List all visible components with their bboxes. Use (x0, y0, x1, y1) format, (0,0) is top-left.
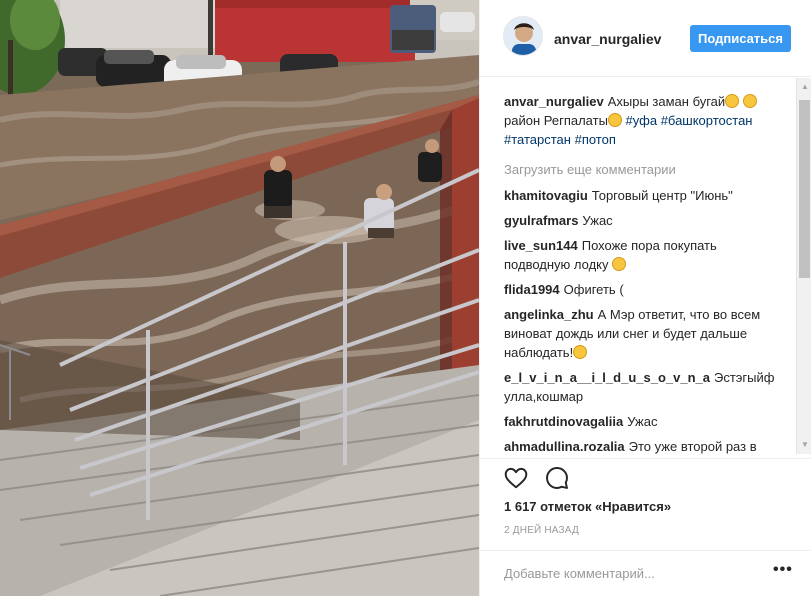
post-header: anvar_nurgaliev Подписаться (480, 0, 811, 77)
speech-bubble-icon[interactable] (544, 465, 570, 491)
comment-item: ahmadullina.rozalia Это уже второй раз в … (504, 437, 774, 458)
comment-text: Офигеть ( (563, 282, 624, 297)
comment-item: fakhrutdinovagaliia Ужас (504, 412, 774, 431)
comment-item: gyulrafmars Ужас (504, 211, 774, 230)
comment-username[interactable]: live_sun144 (504, 238, 578, 253)
comment-username[interactable]: ahmadullina.rozalia (504, 439, 625, 454)
comment-username[interactable]: gyulrafmars (504, 213, 578, 228)
post-details-panel: anvar_nurgaliev Подписаться anvar_nurgal… (479, 0, 811, 596)
comment-item: live_sun144 Похоже пора покупать подводну… (504, 236, 774, 274)
comment-item: khamitovagiu Торговый центр "Июнь" (504, 186, 774, 205)
likes-count[interactable]: 1 617 отметок «Нравится» (504, 499, 671, 514)
pensive-face-emoji-icon (612, 257, 627, 271)
post-actions: 1 617 отметок «Нравится» 2 ДНЕЙ НАЗАД (480, 458, 811, 536)
comment-username[interactable]: e_l_v_i_n_a__i_l_d_u_s_o_v_n_a (504, 370, 710, 385)
load-more-comments-link[interactable]: Загрузить еще комментарии (504, 160, 774, 179)
avatar[interactable] (503, 16, 543, 56)
more-options-icon[interactable]: ••• (773, 561, 793, 579)
scrollbar-thumb[interactable] (799, 100, 810, 278)
scroll-down-arrow-icon[interactable]: ▼ (800, 440, 810, 450)
caption-username[interactable]: anvar_nurgaliev (504, 94, 604, 109)
comment-username[interactable]: flida1994 (504, 282, 560, 297)
flushed-face-emoji-icon (725, 94, 740, 108)
comment-input[interactable] (504, 563, 744, 583)
comment-item: flida1994 Офигеть ( (504, 280, 774, 299)
caption-text-2: район Регпалаты (504, 113, 608, 128)
heart-icon[interactable] (503, 465, 529, 491)
flood-photo (0, 0, 479, 596)
comment-username[interactable]: khamitovagiu (504, 188, 588, 203)
hashtag-link[interactable]: #татарстан (504, 132, 571, 147)
comment-username[interactable]: fakhrutdinovagaliia (504, 414, 623, 429)
flushed-face-emoji-icon (607, 113, 622, 127)
follow-button[interactable]: Подписаться (690, 25, 791, 52)
post-caption: anvar_nurgaliev Ахыры заман бугай район Р… (504, 92, 774, 149)
scroll-up-arrow-icon[interactable]: ▲ (800, 82, 810, 92)
comment-item: angelinka_zhu А Мэр ответит, что во всем … (504, 305, 774, 362)
hashtag-link[interactable]: #башкортостан (661, 113, 753, 128)
flushed-face-emoji-icon (742, 94, 757, 108)
comment-username[interactable]: angelinka_zhu (504, 307, 594, 322)
comment-text: Торговый центр "Июнь" (591, 188, 733, 203)
hashtag-link[interactable]: #потоп (575, 132, 616, 147)
hashtag-link[interactable]: #уфа (626, 113, 658, 128)
post-timestamp[interactable]: 2 ДНЕЙ НАЗАД (504, 525, 579, 536)
comment-text: Ужас (582, 213, 613, 228)
comment-text: Ужас (627, 414, 658, 429)
comments-list[interactable]: anvar_nurgaliev Ахыры заман бугай район Р… (504, 92, 774, 458)
caption-text-1: Ахыры заман бугай (607, 94, 726, 109)
add-comment-bar: ••• (480, 550, 811, 596)
post-photo[interactable] (0, 0, 479, 596)
comments-scrollbar[interactable]: ▲ ▼ (796, 78, 811, 454)
confused-face-emoji-icon (573, 345, 588, 359)
comment-item: e_l_v_i_n_a__i_l_d_u_s_o_v_n_aЭстэгыйфир… (504, 368, 774, 406)
post-username[interactable]: anvar_nurgaliev (554, 31, 661, 47)
